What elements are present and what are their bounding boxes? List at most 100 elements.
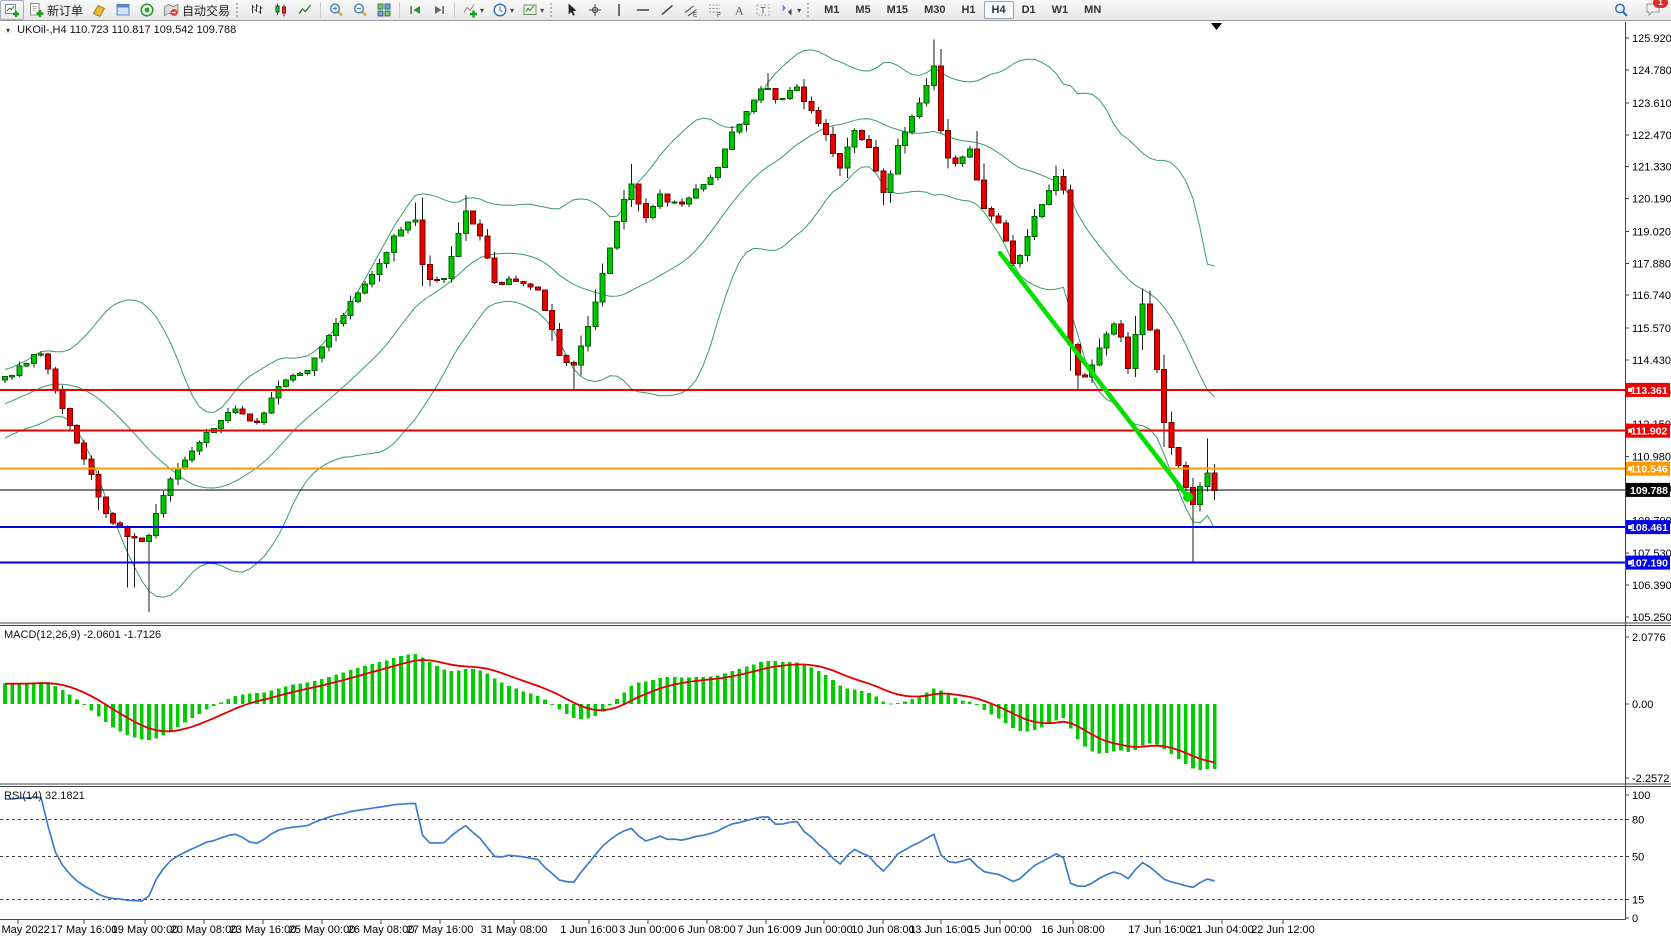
time-label: 27 May 16:00: [407, 924, 474, 936]
cursor-button[interactable]: [559, 0, 583, 20]
candle-down: [550, 311, 555, 330]
candle-down: [255, 421, 260, 423]
macd-histogram-bar: [486, 674, 490, 704]
candle-down: [240, 409, 245, 414]
timeframe-d1-button[interactable]: D1: [1014, 1, 1044, 19]
macd-tick-label: 0.00: [1632, 699, 1653, 711]
macd-histogram-bar: [1191, 704, 1195, 769]
timeframe-m15-button[interactable]: M15: [879, 1, 916, 19]
zoom-out-button[interactable]: [348, 0, 372, 20]
periods-dropdown-arrow[interactable]: ▾: [510, 6, 514, 15]
templates-button[interactable]: ▾: [518, 0, 548, 20]
fibonacci-button[interactable]: F: [703, 0, 727, 20]
tile-windows-button[interactable]: [372, 0, 396, 20]
candle-up: [168, 479, 173, 495]
navigator-button[interactable]: [111, 0, 135, 20]
candle-down: [1155, 330, 1160, 370]
chart-shift-button[interactable]: [427, 0, 451, 20]
rsi-line: [5, 798, 1215, 902]
timeframe-m5-button[interactable]: M5: [847, 1, 878, 19]
new-chart-button[interactable]: [0, 0, 24, 20]
macd-histogram-bar: [810, 668, 814, 705]
trendline-button[interactable]: [655, 0, 679, 20]
macd-histogram-bar: [860, 691, 864, 704]
candle-down: [521, 281, 526, 283]
auto-trading-button[interactable]: 自动交易: [159, 0, 234, 20]
macd-histogram-bar: [824, 675, 828, 704]
macd-histogram-bar: [896, 703, 900, 704]
macd-histogram-bar: [658, 678, 662, 704]
line-chart-button[interactable]: [293, 0, 317, 20]
rsi-tick-label: 80: [1632, 814, 1644, 826]
price-tick-label: 120.190: [1632, 194, 1671, 206]
candle-down: [975, 149, 980, 180]
text-label-button[interactable]: T: [751, 0, 775, 20]
timeframe-m1-button[interactable]: M1: [816, 1, 847, 19]
notification-badge: 1: [1653, 0, 1668, 8]
timeframe-h4-button[interactable]: H4: [984, 1, 1014, 19]
market-watch-button[interactable]: [87, 0, 111, 20]
equidistant-channel-button[interactable]: E: [679, 0, 703, 20]
terminal-button[interactable]: [135, 0, 159, 20]
candle-down: [679, 202, 684, 204]
indicators-add-button[interactable]: ▾: [458, 0, 488, 20]
trend-arrow-line[interactable]: [1000, 253, 1188, 497]
vertical-line-button[interactable]: [607, 0, 631, 20]
candle-up: [262, 413, 267, 423]
macd-histogram-bar: [68, 695, 72, 704]
bar-chart-button[interactable]: [245, 0, 269, 20]
templates-dropdown-arrow[interactable]: ▾: [540, 6, 544, 15]
trend-arrow-dot[interactable]: [1183, 492, 1193, 502]
macd-histogram-bar: [154, 704, 158, 739]
candle-down: [67, 409, 72, 426]
toolbar-grip: [236, 3, 243, 17]
candle-down: [514, 279, 519, 281]
candle-up: [651, 207, 656, 218]
macd-histogram-bar: [975, 704, 979, 705]
candle-down: [1212, 473, 1217, 490]
candle-up: [507, 279, 512, 284]
candle-down: [564, 355, 569, 362]
macd-histogram-bar: [932, 689, 936, 705]
chart-menu-arrow[interactable]: ▾: [6, 26, 10, 35]
arrows-button[interactable]: ▾: [775, 0, 805, 20]
notifications-button[interactable]: 1: [1645, 1, 1661, 20]
candle-up: [449, 256, 454, 278]
text-label-icon: T: [755, 2, 771, 18]
price-label-107.190: 107.190: [1630, 558, 1668, 570]
price-tick-label: 116.740: [1632, 290, 1671, 302]
rsi-value: 32.1821: [45, 790, 85, 802]
macd-histogram-bar: [946, 694, 950, 704]
macd-pane: [3, 654, 1216, 770]
macd-histogram-bar: [910, 699, 914, 704]
new-chart-icon: [4, 2, 20, 18]
periods-button[interactable]: ▾: [488, 0, 518, 20]
macd-histogram-bar: [1148, 704, 1152, 743]
candle-up: [17, 366, 22, 376]
text-button[interactable]: A: [727, 0, 751, 20]
new-order-button[interactable]: 新订单: [24, 0, 87, 20]
timeframe-h1-button[interactable]: H1: [953, 1, 983, 19]
time-label: 16 May 2022: [0, 924, 50, 936]
candle-down: [53, 369, 58, 391]
timeframe-m30-button[interactable]: M30: [916, 1, 953, 19]
candle-down: [46, 354, 51, 369]
timeframe-w1-button[interactable]: W1: [1044, 1, 1077, 19]
price-tick-label: 125.920: [1632, 33, 1671, 45]
auto-scroll-button[interactable]: [403, 0, 427, 20]
macd-histogram-bar: [990, 704, 994, 715]
macd-histogram-bar: [903, 702, 907, 705]
candle-up: [10, 376, 15, 377]
zoom-in-button[interactable]: [324, 0, 348, 20]
timeframe-mn-button[interactable]: MN: [1076, 1, 1109, 19]
candle-up: [312, 358, 317, 370]
indicators-add-dropdown-arrow[interactable]: ▾: [480, 6, 484, 15]
horizontal-line-button[interactable]: [631, 0, 655, 20]
arrows-dropdown-arrow[interactable]: ▾: [797, 6, 801, 15]
macd-histogram-bar: [435, 666, 439, 704]
candlestick-chart-button[interactable]: [269, 0, 293, 20]
price-tick-label: 121.330: [1632, 162, 1671, 174]
crosshair-button[interactable]: [583, 0, 607, 20]
search-button[interactable]: [1609, 0, 1633, 20]
candle-up: [744, 112, 749, 125]
